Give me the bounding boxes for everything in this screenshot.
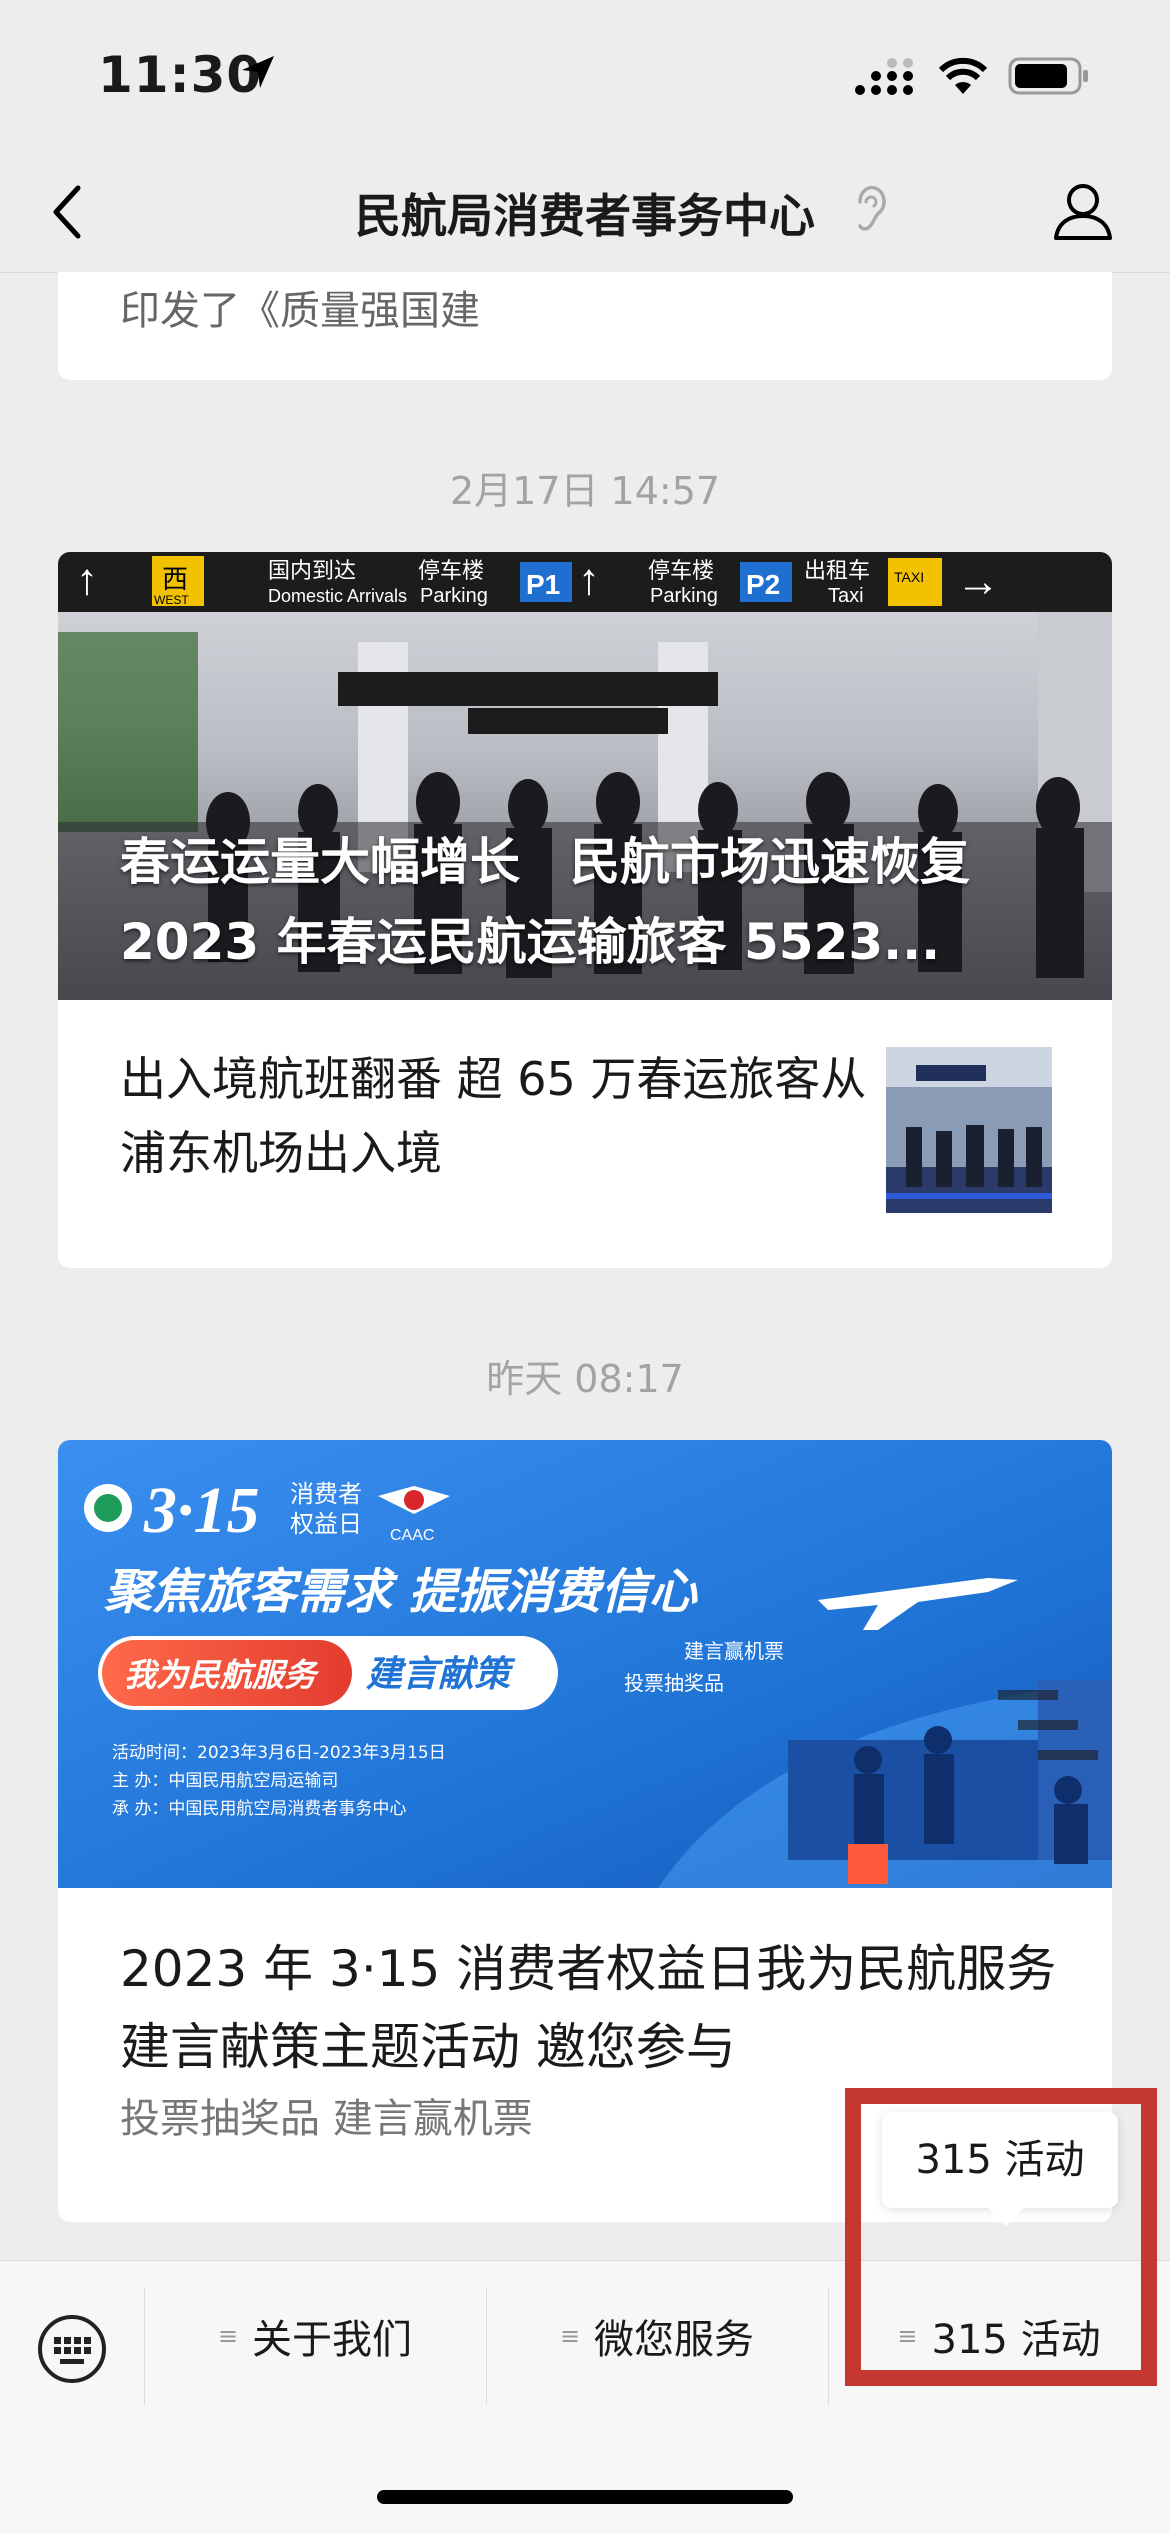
wifi-icon (938, 57, 988, 94)
ear-icon (858, 185, 886, 231)
svg-text:↑: ↑ (578, 555, 600, 604)
sign-p2: P2 (746, 569, 780, 600)
banner-headline: 聚焦旅客需求 提振消费信心 (104, 1564, 699, 1620)
hero-article-title: 春运运量大幅增长 民航市场迅速恢复 2023 年春运民航运输旅客 5523... (120, 833, 970, 971)
banner-logo-caption-2: 权益日 (290, 1511, 362, 1538)
sign-taxi-badge: TAXI (894, 569, 924, 585)
sign-arrivals-cn: 国内到达 (268, 558, 356, 583)
menu-item-about-us[interactable]: ≡ 关于我们 (145, 2261, 485, 2411)
profile-icon[interactable] (1050, 178, 1116, 244)
sub-article-thumbnail[interactable] (886, 1047, 1052, 1213)
sign-west-cn: 西 (162, 564, 188, 594)
sign-west-en: WEST (154, 593, 189, 607)
article-title: 2023 年 3·15 消费者权益日我为民航服务建言献策主题活动 邀您参与 (120, 1940, 1057, 2076)
message-timestamp: 昨天 08:17 (486, 1357, 684, 1401)
status-bar: 11:30 (0, 0, 1170, 150)
menu-item-315-activity[interactable]: ≡ 315 活动 (829, 2261, 1169, 2411)
banner-315-image: 3·15 消费者 权益日 CAAC 聚焦旅客需求 提振消费信心 我为民航服务 建… (58, 1440, 1112, 1888)
sign-parking2-cn: 停车楼 (648, 558, 714, 583)
banner-logo-text: 3·15 (143, 1474, 260, 1547)
sign-taxi-cn: 出租车 (804, 558, 870, 583)
article-snippet: 印发了《质量强国建 (120, 288, 480, 334)
article-card-partial[interactable]: 印发了《质量强国建 (58, 272, 1112, 380)
menu-item-label: 微您服务 (594, 2317, 755, 2363)
banner-tag-2: 投票抽奖品 (624, 1671, 724, 1695)
svg-text:→: → (956, 557, 1000, 606)
sign-taxi-en: Taxi (828, 585, 864, 607)
banner-info-3: 承 办：中国民用航空局消费者事务中心 (112, 1799, 406, 1819)
sign-p1: P1 (526, 569, 560, 600)
banner-info-2: 主 办：中国民用航空局运输司 (112, 1771, 338, 1791)
sub-article-title[interactable]: 出入境航班翻番 超 65 万春运旅客从浦东机场出入境 (120, 1042, 900, 1190)
sign-parking-en: Parking (420, 585, 488, 607)
article-card-315[interactable]: 3·15 消费者 权益日 CAAC 聚焦旅客需求 提振消费信心 我为民航服务 建… (58, 1440, 1112, 2222)
banner-pill-left: 我为民航服务 (124, 1656, 320, 1694)
page-title: 民航局消费者事务中心 (355, 189, 815, 243)
svg-text:↑: ↑ (76, 555, 98, 604)
menu-item-services[interactable]: ≡ 微您服务 (487, 2261, 827, 2411)
keyboard-icon[interactable] (36, 2313, 108, 2385)
menu-list-icon: ≡ (217, 2322, 239, 2350)
menu-list-icon: ≡ (559, 2322, 581, 2350)
sign-arrivals-en: Domestic Arrivals (268, 586, 407, 606)
banner-tag-1: 建言赢机票 (684, 1639, 784, 1663)
menu-list-icon: ≡ (897, 2322, 918, 2350)
menu-item-label: 关于我们 (252, 2317, 413, 2363)
sign-parking-cn: 停车楼 (418, 558, 484, 583)
sign-parking2-en: Parking (650, 585, 718, 607)
submenu-item-label: 315 活动 (915, 2137, 1085, 2183)
home-indicator[interactable] (377, 2490, 793, 2504)
banner-logo-caption-1: 消费者 (290, 1481, 362, 1508)
banner-pill-right: 建言献策 (366, 1654, 516, 1695)
banner-info-1: 活动时间：2023年3月6日-2023年3月15日 (112, 1743, 446, 1763)
article-group-card: ↑ 西 WEST 国内到达 Domestic Arrivals 停车楼 Park… (58, 552, 1112, 1268)
message-timestamp: 2月17日 14:57 (449, 469, 721, 513)
hero-article-image[interactable]: ↑ 西 WEST 国内到达 Domestic Arrivals 停车楼 Park… (58, 552, 1112, 1000)
nav-bar: 民航局消费者事务中心 (0, 150, 1170, 273)
submenu-popup-315[interactable]: 315 活动 (882, 2112, 1118, 2226)
menu-item-label: 315 活动 (931, 2317, 1101, 2363)
battery-icon (1008, 57, 1088, 95)
article-subtitle: 投票抽奖品 建言赢机票 (120, 2096, 533, 2142)
banner-caac-text: CAAC (390, 1527, 434, 1544)
location-arrow-icon (242, 56, 274, 88)
cellular-signal-icon (855, 58, 913, 95)
